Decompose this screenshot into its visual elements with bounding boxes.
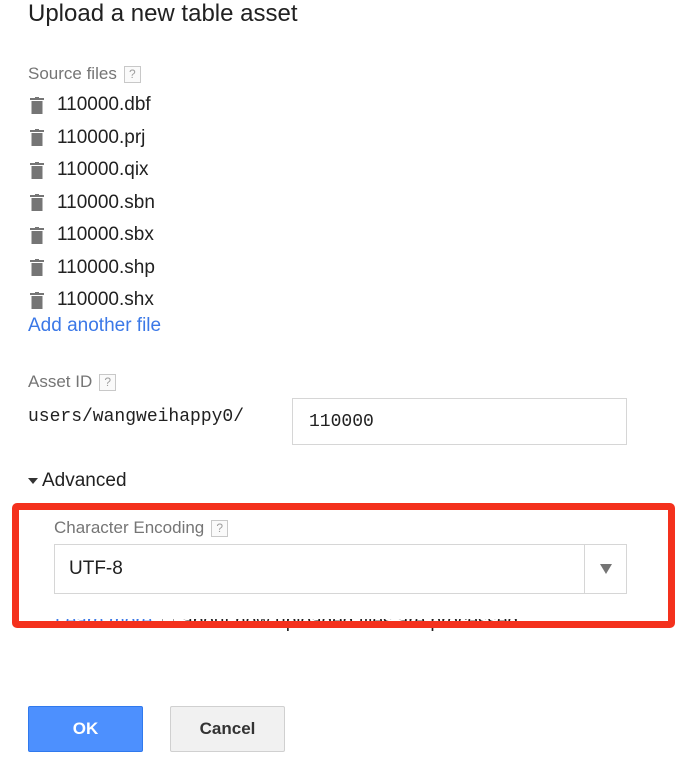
file-row: 110000.shx <box>30 284 155 317</box>
cancel-button[interactable]: Cancel <box>170 706 285 752</box>
file-row: 110000.dbf <box>30 89 155 122</box>
file-name: 110000.shx <box>57 289 154 311</box>
dialog-title: Upload a new table asset <box>28 0 298 27</box>
caret-down-icon <box>28 478 38 484</box>
asset-id-label-text: Asset ID <box>28 372 93 391</box>
add-another-file-link[interactable]: Add another file <box>28 315 161 337</box>
trash-icon[interactable] <box>30 259 44 277</box>
help-icon[interactable]: ? <box>123 65 141 83</box>
file-row: 110000.sbn <box>30 187 155 220</box>
file-name: 110000.sbn <box>57 191 155 213</box>
file-name: 110000.shp <box>57 256 155 278</box>
trash-icon[interactable] <box>30 291 44 309</box>
file-row: 110000.qix <box>30 154 155 187</box>
source-files-label: Source files ? <box>28 64 141 84</box>
trash-icon[interactable] <box>30 226 44 244</box>
file-row: 110000.prj <box>30 122 155 155</box>
file-name: 110000.qix <box>57 159 149 181</box>
file-row: 110000.sbx <box>30 219 155 252</box>
file-name: 110000.dbf <box>57 94 151 116</box>
ok-button[interactable]: OK <box>28 706 143 752</box>
source-files-label-text: Source files <box>28 64 117 83</box>
trash-icon[interactable] <box>30 194 44 212</box>
file-name: 110000.prj <box>57 126 146 148</box>
advanced-toggle[interactable]: Advanced <box>28 470 127 492</box>
asset-id-prefix: users/wangweihappy0/ <box>28 407 245 427</box>
advanced-toggle-label: Advanced <box>42 470 127 491</box>
file-row: 110000.shp <box>30 252 155 285</box>
trash-icon[interactable] <box>30 96 44 114</box>
highlight-annotation <box>12 503 675 628</box>
trash-icon[interactable] <box>30 129 44 147</box>
asset-id-input[interactable] <box>292 398 627 445</box>
asset-id-label: Asset ID ? <box>28 372 117 392</box>
file-list: 110000.dbf 110000.prj 110000.qix 110000.sbn… <box>30 89 155 317</box>
trash-icon[interactable] <box>30 161 44 179</box>
help-icon[interactable]: ? <box>99 373 117 391</box>
file-name: 110000.sbx <box>57 224 154 246</box>
